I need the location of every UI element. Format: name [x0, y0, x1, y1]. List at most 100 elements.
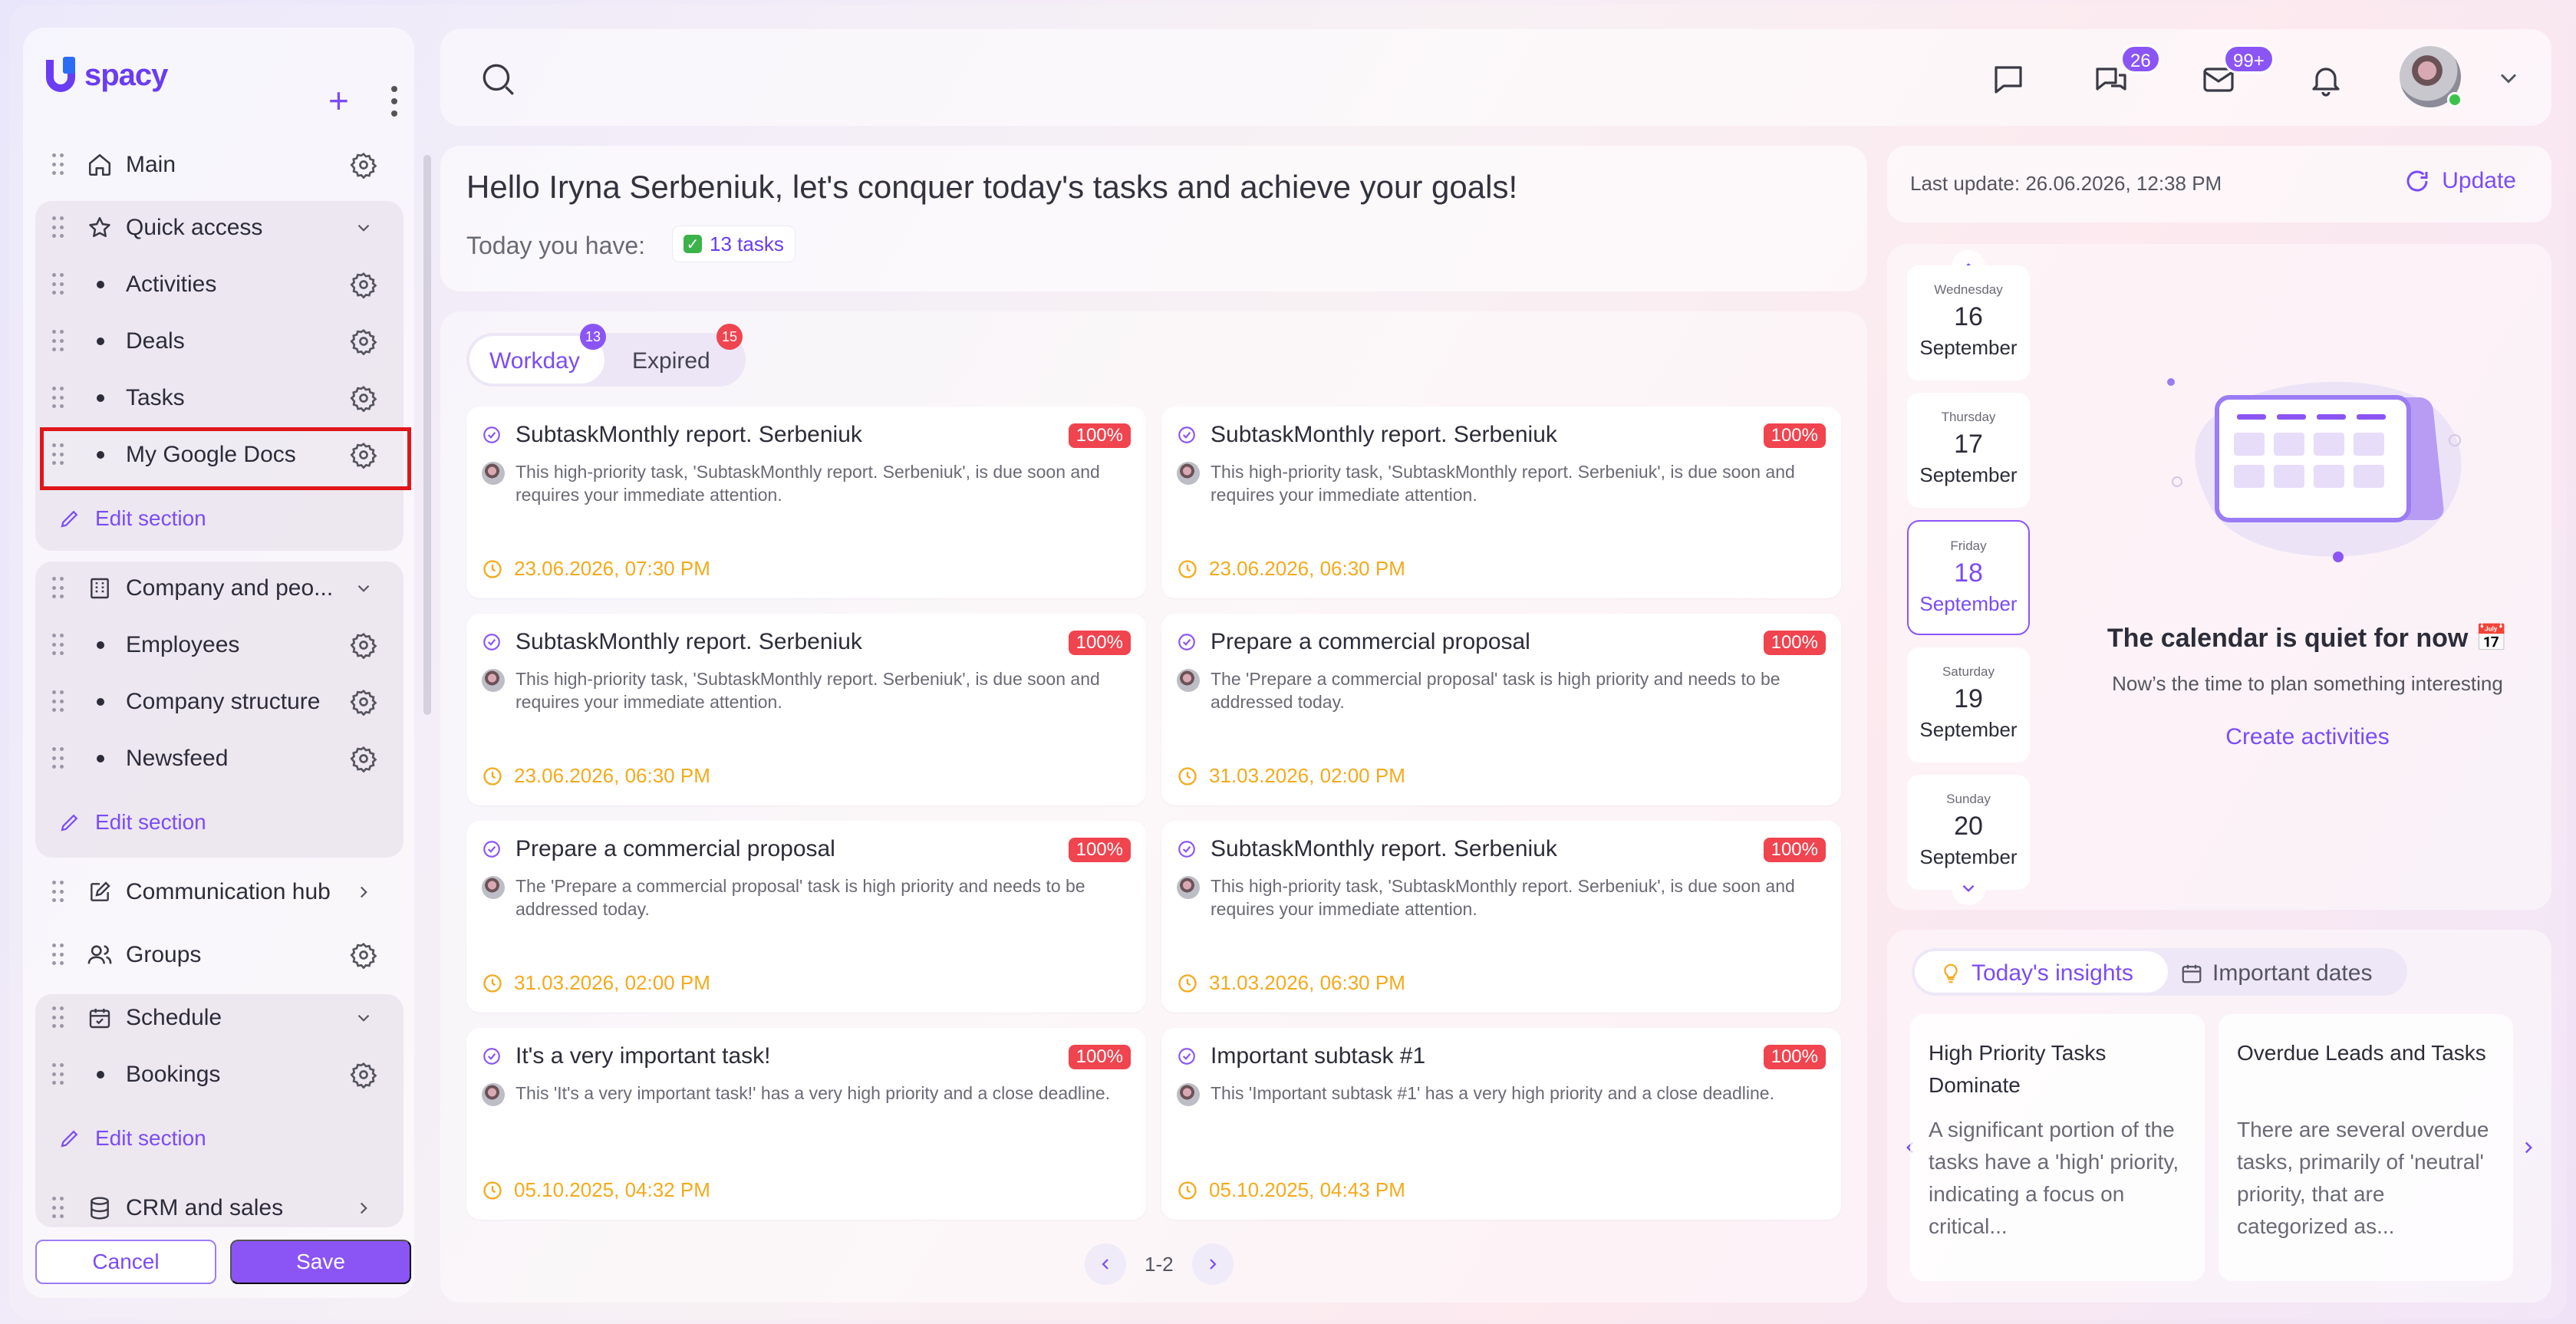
edit-section-link[interactable]: Edit section: [58, 503, 206, 534]
task-card[interactable]: It's a very important task! 100% This 'It'…: [466, 1028, 1146, 1220]
task-card[interactable]: Prepare a commercial proposal 100% The 'Pr…: [1161, 614, 1841, 805]
tab-workday[interactable]: Workday: [489, 348, 580, 374]
sidebar-item-label: Main: [126, 152, 176, 177]
greeting-title: Hello Iryna Serbeniuk, let's conquer tod…: [466, 169, 1518, 205]
create-activities-link[interactable]: Create activities: [2064, 724, 2551, 750]
chat-icon[interactable]: [1987, 58, 2030, 101]
insight-card[interactable]: Overdue Leads and Tasks There are severa…: [2219, 1014, 2513, 1281]
search-icon[interactable]: [479, 60, 517, 102]
sidebar-item-main[interactable]: Main: [35, 138, 404, 192]
sidebar-item-communication-hub[interactable]: Communication hub: [35, 865, 404, 919]
sidebar-item-newsfeed[interactable]: Newsfeed: [35, 732, 404, 786]
drag-handle-icon[interactable]: [52, 1063, 64, 1086]
drag-handle-icon[interactable]: [52, 443, 64, 466]
gear-icon[interactable]: [348, 383, 379, 413]
edit-section-link[interactable]: Edit section: [58, 1123, 206, 1154]
sidebar-item-tasks[interactable]: Tasks: [35, 371, 404, 425]
insight-body: A significant portion of the tasks have …: [1929, 1118, 2179, 1238]
sidebar-item-schedule[interactable]: Schedule: [35, 991, 404, 1045]
gear-icon[interactable]: [348, 940, 379, 970]
cancel-button[interactable]: Cancel: [35, 1240, 216, 1284]
day-number: 20: [1954, 812, 1983, 841]
task-card[interactable]: Prepare a commercial proposal 100% The 'Pr…: [466, 821, 1146, 1013]
drag-handle-icon[interactable]: [52, 1006, 64, 1029]
drag-handle-icon[interactable]: [52, 690, 64, 713]
prev-page-button[interactable]: [1085, 1243, 1126, 1285]
app-logo[interactable]: spacy: [46, 52, 168, 98]
insight-card[interactable]: High Priority Tasks Dominate A significa…: [1910, 1014, 2205, 1281]
more-vertical-icon[interactable]: [391, 86, 397, 117]
sidebar-item-activities[interactable]: Activities: [35, 258, 404, 311]
day-weekday: Sunday: [1946, 792, 1991, 806]
day-cell[interactable]: Wednesday 16 September: [1907, 265, 2030, 380]
day-cell[interactable]: Thursday 17 September: [1907, 393, 2030, 508]
tab-todays-insights[interactable]: Today's insights: [1939, 960, 2133, 986]
sidebar-item-crm-and-sales[interactable]: CRM and sales: [35, 1181, 404, 1235]
task-card[interactable]: SubtaskMonthly report. Serbeniuk 100% This…: [1161, 407, 1841, 598]
chevron-down-icon[interactable]: [348, 573, 379, 604]
drag-handle-icon[interactable]: [52, 216, 64, 239]
tab-expired[interactable]: Expired: [632, 348, 710, 374]
sidebar-item-bookings[interactable]: Bookings: [35, 1048, 404, 1102]
chevron-down-icon[interactable]: [2495, 64, 2522, 96]
pencil-icon: [61, 1130, 78, 1148]
gear-icon[interactable]: [348, 1059, 379, 1090]
drag-handle-icon[interactable]: [52, 273, 64, 296]
gear-icon[interactable]: [348, 687, 379, 717]
sidebar-item-deals[interactable]: Deals: [35, 315, 404, 368]
add-icon[interactable]: +: [328, 83, 349, 118]
sidebar-scrollbar[interactable]: [423, 155, 431, 715]
sidebar-item-label: Schedule: [126, 1005, 222, 1030]
drag-handle-icon[interactable]: [52, 153, 64, 176]
sidebar-item-label: Quick access: [126, 215, 263, 240]
chevron-right-icon[interactable]: [2513, 1132, 2544, 1163]
task-card[interactable]: SubtaskMonthly report. Serbeniuk 100% This…: [466, 614, 1146, 805]
next-page-button[interactable]: [1191, 1243, 1234, 1285]
drag-handle-icon[interactable]: [52, 330, 64, 353]
edit-section-link[interactable]: Edit section: [58, 807, 206, 838]
sidebar-item-company-structure[interactable]: Company structure: [35, 675, 404, 729]
task-card[interactable]: Important subtask #1 100% This 'Important …: [1161, 1028, 1841, 1220]
drag-handle-icon[interactable]: [52, 1197, 64, 1220]
sidebar-item-quick-access[interactable]: Quick access: [35, 201, 404, 255]
chevron-right-icon[interactable]: [348, 1193, 379, 1224]
drag-handle-icon[interactable]: [52, 881, 64, 904]
chevron-down-icon[interactable]: [348, 212, 379, 243]
sidebar-item-company-and-people[interactable]: Company and peo...: [35, 562, 404, 615]
chevron-down-icon[interactable]: [348, 1003, 379, 1033]
gear-icon[interactable]: [348, 326, 379, 357]
tab-important-dates[interactable]: Important dates: [2180, 960, 2372, 986]
tasks-count-chip[interactable]: ✓ 13 tasks: [672, 226, 796, 262]
sidebar-item-label: Bookings: [126, 1062, 221, 1087]
insights-tabs: Today's insights Important dates: [1912, 948, 2407, 996]
bell-icon[interactable]: [2304, 58, 2347, 101]
task-card[interactable]: SubtaskMonthly report. Serbeniuk 100% This…: [466, 407, 1146, 598]
save-button[interactable]: Save: [230, 1240, 411, 1284]
drag-handle-icon[interactable]: [52, 634, 64, 657]
gear-icon[interactable]: [348, 440, 379, 470]
sidebar-item-groups[interactable]: Groups: [35, 928, 404, 982]
refresh-icon: [2406, 170, 2428, 192]
gear-icon[interactable]: [348, 630, 379, 660]
task-description: This high-priority task, 'SubtaskMonthly…: [516, 462, 1100, 505]
update-button[interactable]: Update: [2403, 167, 2516, 195]
drag-handle-icon[interactable]: [52, 387, 64, 410]
sidebar-item-my-google-docs[interactable]: My Google Docs: [35, 428, 404, 482]
task-title: Important subtask #1: [1211, 1043, 1426, 1069]
task-check-icon: [482, 632, 502, 656]
drag-handle-icon[interactable]: [52, 944, 64, 967]
sidebar-item-employees[interactable]: Employees: [35, 618, 404, 672]
drag-handle-icon[interactable]: [52, 747, 64, 770]
gear-icon[interactable]: [348, 269, 379, 300]
chevron-right-icon[interactable]: [348, 877, 379, 907]
day-cell[interactable]: Saturday 19 September: [1907, 647, 2030, 762]
drag-handle-icon[interactable]: [52, 577, 64, 600]
chevron-down-icon[interactable]: [1952, 871, 1985, 905]
day-cell[interactable]: Friday 18 September: [1907, 520, 2030, 635]
task-deadline: 05.10.2025, 04:43 PM: [1177, 1178, 1405, 1202]
task-card[interactable]: SubtaskMonthly report. Serbeniuk 100% This…: [1161, 821, 1841, 1013]
bullet-icon: [97, 338, 104, 345]
gear-icon[interactable]: [348, 743, 379, 774]
bullet-icon: [97, 451, 104, 459]
gear-icon[interactable]: [348, 150, 379, 180]
